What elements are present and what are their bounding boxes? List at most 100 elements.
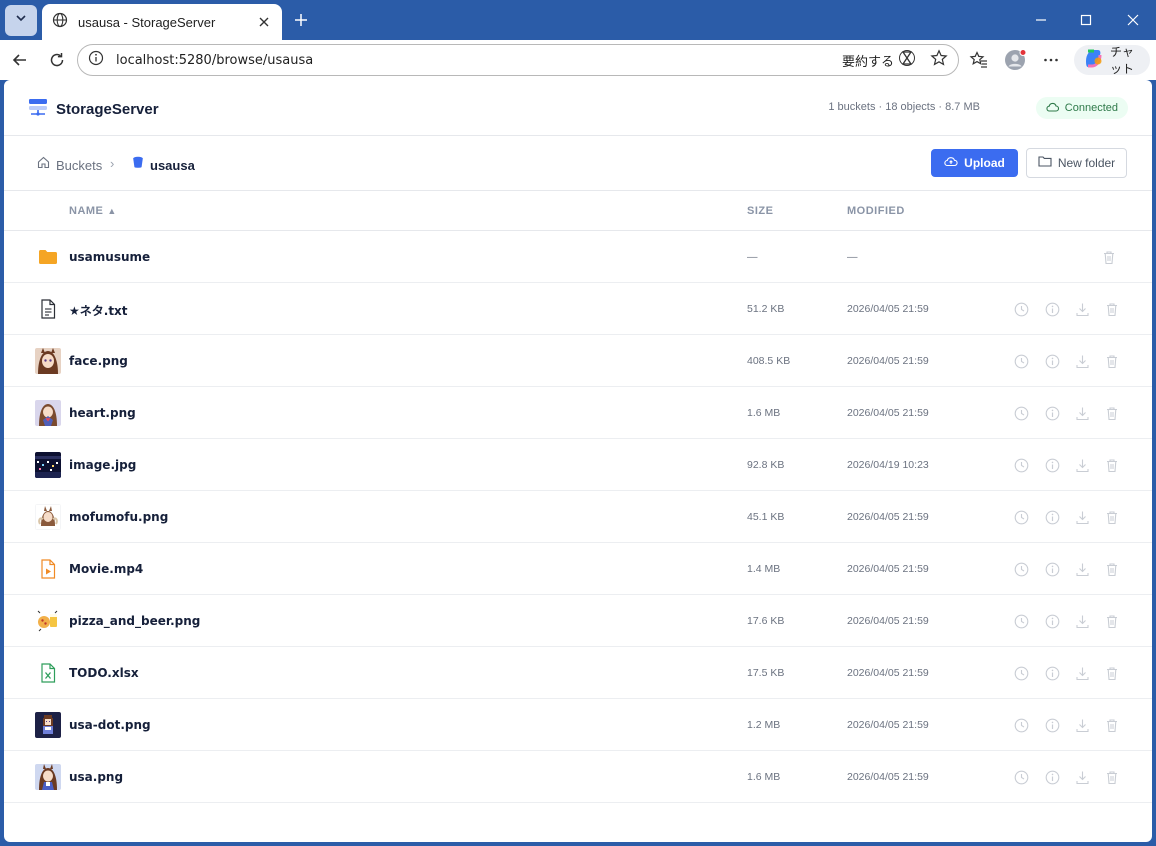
history-icon[interactable] — [1012, 300, 1030, 318]
file-name[interactable]: image.jpg — [69, 458, 136, 472]
download-icon[interactable] — [1073, 664, 1091, 682]
info-icon[interactable] — [1043, 352, 1061, 370]
history-icon[interactable] — [1012, 768, 1030, 786]
download-icon[interactable] — [1073, 404, 1091, 422]
table-row[interactable]: Movie.mp4 1.4 MB 2026/04/05 21:59 — [4, 543, 1152, 595]
file-name[interactable]: face.png — [69, 354, 128, 368]
browser-tab[interactable]: usausa - StorageServer — [42, 4, 282, 40]
trash-icon[interactable] — [1103, 664, 1121, 682]
file-modified: 2026/04/05 21:59 — [847, 719, 929, 731]
close-window-icon[interactable] — [1110, 0, 1156, 40]
table-row[interactable]: mofumofu.png 45.1 KB 2026/04/05 21:59 — [4, 491, 1152, 543]
copilot-chat-button[interactable]: チャット — [1074, 45, 1150, 76]
column-size-header[interactable]: SIZE — [747, 205, 773, 217]
file-name[interactable]: usa.png — [69, 770, 123, 784]
tab-actions-button[interactable] — [5, 5, 37, 36]
file-name[interactable]: heart.png — [69, 406, 136, 420]
home-icon — [37, 156, 50, 174]
profile-avatar-icon[interactable] — [1001, 46, 1029, 74]
table-row[interactable]: image.jpg 92.8 KB 2026/04/19 10:23 — [4, 439, 1152, 491]
column-name-header[interactable]: NAME ▲ — [69, 205, 117, 217]
download-icon[interactable] — [1073, 612, 1091, 630]
trash-icon[interactable] — [1103, 560, 1121, 578]
info-icon[interactable] — [1043, 404, 1061, 422]
file-name[interactable]: ★ネタ.txt — [69, 302, 128, 319]
column-modified-header[interactable]: MODIFIED — [847, 205, 905, 217]
trash-icon[interactable] — [1103, 404, 1121, 422]
table-row[interactable]: usa-dot.png 1.2 MB 2026/04/05 21:59 — [4, 699, 1152, 751]
file-size: 45.1 KB — [747, 511, 785, 523]
trash-icon[interactable] — [1103, 456, 1121, 474]
favorites-icon[interactable] — [965, 46, 993, 74]
close-tab-icon[interactable] — [256, 14, 272, 30]
history-icon[interactable] — [1012, 404, 1030, 422]
upload-button[interactable]: Upload — [931, 149, 1018, 177]
summarize-label[interactable]: 要約する — [842, 51, 894, 70]
download-icon[interactable] — [1073, 456, 1091, 474]
table-row[interactable]: ★ネタ.txt 51.2 KB 2026/04/05 21:59 — [4, 283, 1152, 335]
sort-ascending-icon: ▲ — [107, 206, 117, 216]
trash-icon[interactable] — [1103, 716, 1121, 734]
history-icon[interactable] — [1012, 664, 1030, 682]
info-icon[interactable] — [1043, 300, 1061, 318]
history-icon[interactable] — [1012, 612, 1030, 630]
new-folder-button[interactable]: New folder — [1026, 148, 1127, 178]
file-name[interactable]: usamusume — [69, 250, 150, 264]
browser-titlebar: usausa - StorageServer — [0, 0, 1156, 40]
info-icon[interactable] — [1043, 664, 1061, 682]
info-icon[interactable] — [1043, 560, 1061, 578]
breadcrumb-current-label: usausa — [150, 157, 195, 173]
table-row[interactable]: TODO.xlsx 17.5 KB 2026/04/05 21:59 — [4, 647, 1152, 699]
file-size: 408.5 KB — [747, 355, 791, 367]
trash-icon[interactable] — [1103, 352, 1121, 370]
info-icon[interactable] — [1043, 456, 1061, 474]
trash-icon[interactable] — [1103, 768, 1121, 786]
table-row[interactable]: usa.png 1.6 MB 2026/04/05 21:59 — [4, 751, 1152, 803]
maximize-icon[interactable] — [1063, 0, 1109, 40]
file-modified: 2026/04/05 21:59 — [847, 303, 929, 315]
file-name[interactable]: usa-dot.png — [69, 718, 151, 732]
trash-icon[interactable] — [1103, 508, 1121, 526]
download-icon[interactable] — [1073, 560, 1091, 578]
info-icon[interactable] — [1043, 768, 1061, 786]
trash-icon[interactable] — [1100, 248, 1118, 266]
file-name[interactable]: TODO.xlsx — [69, 666, 139, 680]
table-row[interactable]: usamusume — — — [4, 231, 1152, 283]
table-row[interactable]: face.png 408.5 KB 2026/04/05 21:59 — [4, 335, 1152, 387]
favorite-star-icon[interactable] — [930, 48, 948, 72]
history-icon[interactable] — [1012, 716, 1030, 734]
brand[interactable]: StorageServer — [28, 98, 159, 121]
download-icon[interactable] — [1073, 352, 1091, 370]
address-bar[interactable]: localhost:5280/browse/usausa 要約する — [77, 44, 959, 76]
breadcrumb-buckets[interactable]: Buckets — [37, 156, 102, 174]
file-name[interactable]: mofumofu.png — [69, 510, 168, 524]
info-icon[interactable] — [88, 50, 104, 71]
more-menu-icon[interactable] — [1037, 46, 1065, 74]
download-icon[interactable] — [1073, 508, 1091, 526]
download-icon[interactable] — [1073, 300, 1091, 318]
reload-icon[interactable] — [43, 46, 71, 74]
table-row[interactable]: pizza_and_beer.png 17.6 KB 2026/04/05 21… — [4, 595, 1152, 647]
file-name[interactable]: Movie.mp4 — [69, 562, 143, 576]
minimize-icon[interactable] — [1018, 0, 1064, 40]
url-text[interactable]: localhost:5280/browse/usausa — [116, 53, 842, 68]
info-icon[interactable] — [1043, 612, 1061, 630]
file-size: 51.2 KB — [747, 303, 785, 315]
info-icon[interactable] — [1043, 508, 1061, 526]
history-icon[interactable] — [1012, 352, 1030, 370]
file-name[interactable]: pizza_and_beer.png — [69, 614, 200, 628]
chevron-down-icon — [14, 11, 28, 30]
new-tab-icon[interactable] — [290, 9, 312, 31]
info-icon[interactable] — [1043, 716, 1061, 734]
history-icon[interactable] — [1012, 456, 1030, 474]
table-row[interactable]: heart.png 1.6 MB 2026/04/05 21:59 — [4, 387, 1152, 439]
new-folder-label: New folder — [1057, 156, 1116, 170]
history-icon[interactable] — [1012, 560, 1030, 578]
summarize-icon[interactable] — [898, 49, 916, 72]
download-icon[interactable] — [1073, 768, 1091, 786]
back-arrow-icon[interactable] — [6, 46, 34, 74]
download-icon[interactable] — [1073, 716, 1091, 734]
trash-icon[interactable] — [1103, 300, 1121, 318]
trash-icon[interactable] — [1103, 612, 1121, 630]
history-icon[interactable] — [1012, 508, 1030, 526]
